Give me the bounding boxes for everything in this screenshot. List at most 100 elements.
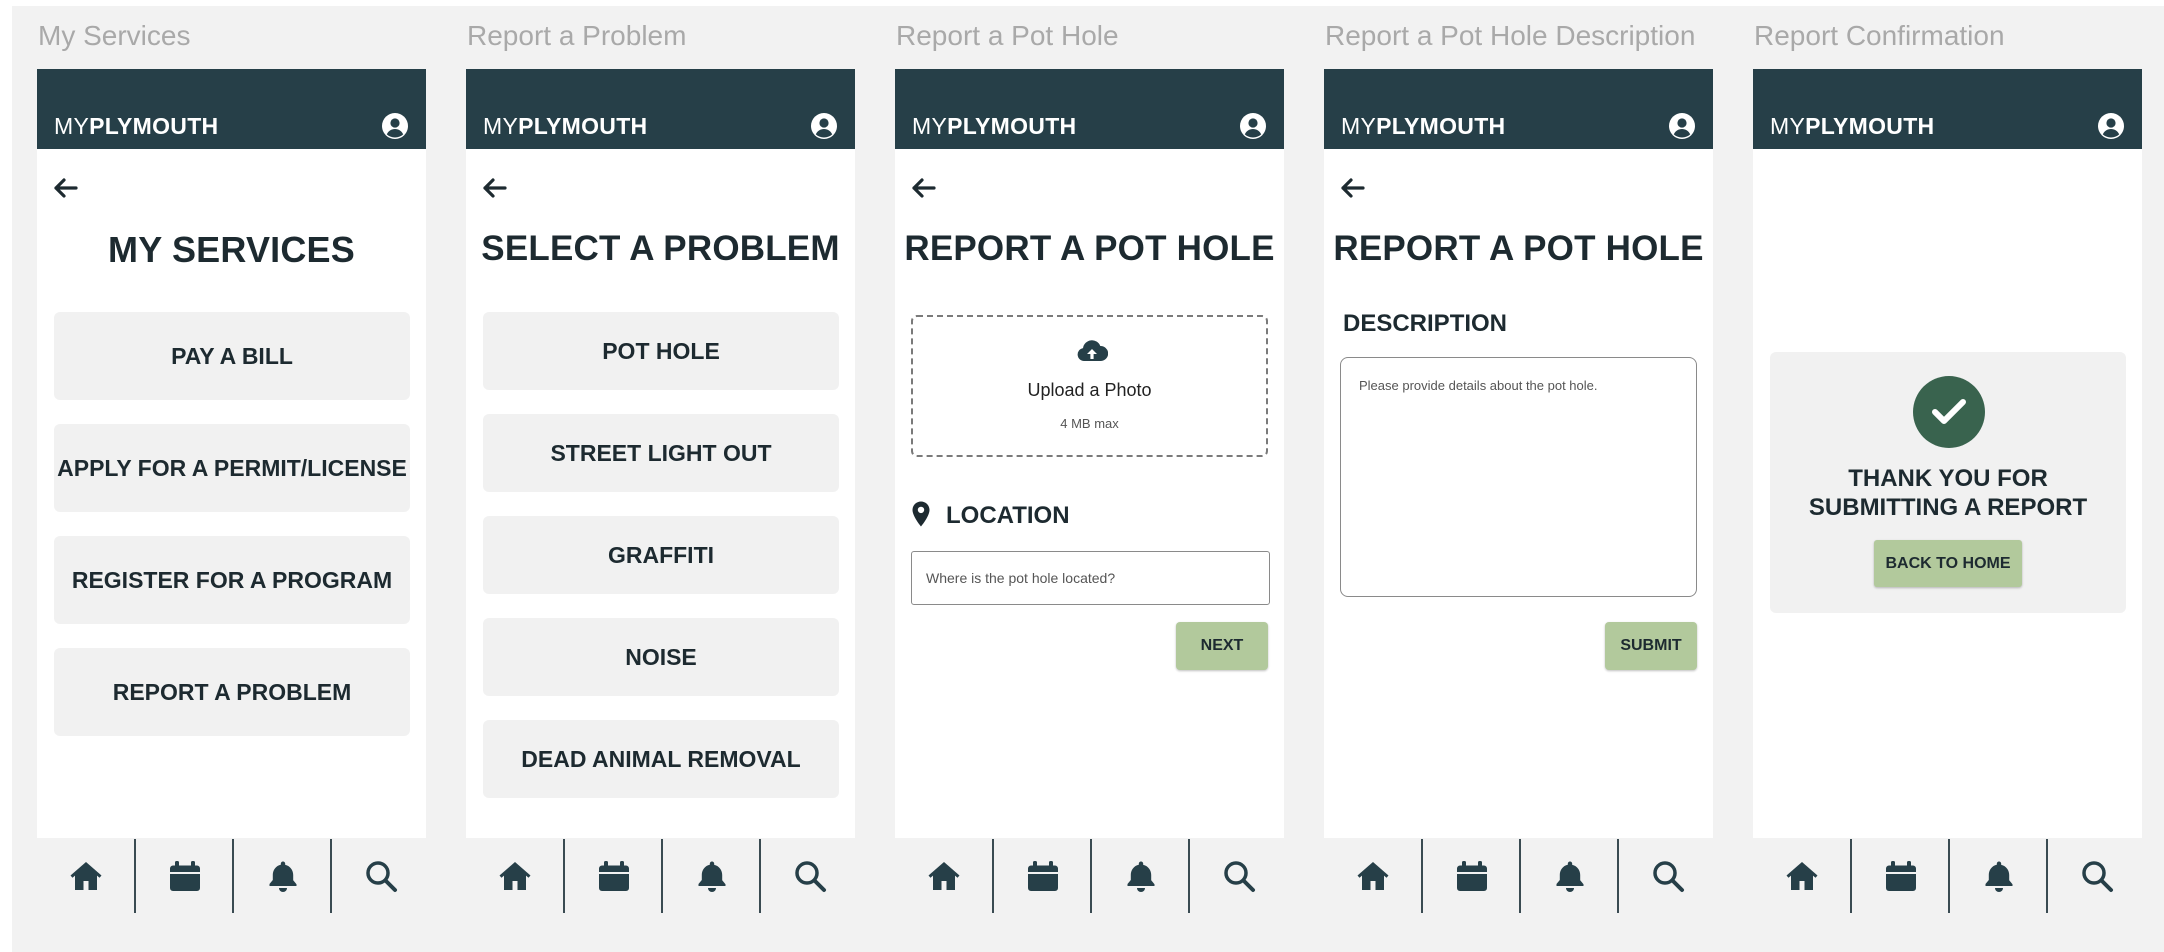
brand-logo[interactable]: MYPLYMOUTH	[1770, 113, 1934, 140]
app-header: MYPLYMOUTH	[466, 69, 855, 149]
cloud-upload-icon	[1077, 340, 1108, 361]
home-icon	[1786, 862, 1817, 890]
frame-report-confirmation: Report Confirmation MYPLYMOUTH THANK YOU…	[1753, 6, 2142, 952]
calendar-icon	[1885, 861, 1916, 891]
design-canvas: My Services MYPLYMOUTH MY SERVICES PAY A…	[12, 6, 2164, 952]
tab-search[interactable]	[761, 839, 858, 913]
photo-upload-dropzone[interactable]: Upload a Photo 4 MB max	[911, 315, 1268, 457]
calendar-icon	[598, 861, 629, 891]
tab-notifications[interactable]	[663, 839, 760, 913]
brand-logo[interactable]: MYPLYMOUTH	[912, 113, 1076, 140]
bottom-tab-bar	[1324, 839, 1713, 913]
arrow-left-icon[interactable]	[481, 177, 507, 199]
confirmation-line-1: THANK YOU FOR	[1848, 465, 2048, 492]
bell-icon	[1556, 861, 1583, 892]
report-problem-button[interactable]: REPORT A PROBLEM	[54, 648, 410, 736]
page-title: SELECT A PROBLEM	[481, 229, 840, 268]
bottom-tab-bar	[466, 839, 855, 913]
calendar-icon	[1456, 861, 1487, 891]
noise-button[interactable]: NOISE	[483, 618, 839, 696]
app-header: MYPLYMOUTH	[895, 69, 1284, 149]
submit-button[interactable]: SUBMIT	[1605, 622, 1697, 670]
tab-calendar[interactable]	[1852, 839, 1949, 913]
home-icon	[70, 862, 101, 890]
graffiti-button[interactable]: GRAFFITI	[483, 516, 839, 594]
tab-calendar[interactable]	[136, 839, 233, 913]
bottom-tab-bar	[895, 839, 1284, 913]
arrow-left-icon[interactable]	[910, 177, 936, 199]
home-icon	[499, 862, 530, 890]
frame-pot-hole-description: Report a Pot Hole Description MYPLYMOUTH…	[1324, 6, 1713, 952]
user-circle-icon[interactable]	[1239, 112, 1267, 140]
frame-label: Report a Pot Hole	[896, 20, 1119, 51]
tab-home[interactable]	[1324, 839, 1421, 913]
page-title: MY SERVICES	[108, 229, 355, 270]
tab-home[interactable]	[37, 839, 134, 913]
upload-size-limit: 4 MB max	[1060, 416, 1119, 431]
frame-my-services: My Services MYPLYMOUTH MY SERVICES PAY A…	[37, 6, 426, 952]
tab-home[interactable]	[1753, 839, 1850, 913]
phone-screen: MYPLYMOUTH REPORT A POT HOLE DESCRIPTION…	[1324, 69, 1713, 838]
apply-permit-button[interactable]: APPLY FOR A PERMIT/LICENSE	[54, 424, 410, 512]
tab-calendar[interactable]	[565, 839, 662, 913]
back-to-home-button[interactable]: BACK TO HOME	[1874, 540, 2022, 587]
brand-logo[interactable]: MYPLYMOUTH	[483, 113, 647, 140]
user-circle-icon[interactable]	[381, 112, 409, 140]
tab-search[interactable]	[2048, 839, 2145, 913]
phone-screen: MYPLYMOUTH THANK YOU FOR SUBMITTING A RE…	[1753, 69, 2142, 838]
pay-bill-button[interactable]: PAY A BILL	[54, 312, 410, 400]
tab-search[interactable]	[332, 839, 429, 913]
location-input[interactable]	[911, 551, 1270, 605]
arrow-left-icon[interactable]	[52, 177, 78, 199]
tab-calendar[interactable]	[1423, 839, 1520, 913]
phone-screen: MYPLYMOUTH SELECT A PROBLEM POT HOLE STR…	[466, 69, 855, 838]
search-icon	[1223, 861, 1255, 892]
description-textarea[interactable]	[1340, 357, 1697, 597]
bottom-tab-bar	[37, 839, 426, 913]
bell-icon	[698, 861, 725, 892]
bell-icon	[269, 861, 296, 892]
arrow-left-icon[interactable]	[1339, 177, 1365, 199]
home-icon	[1357, 862, 1388, 890]
tab-search[interactable]	[1190, 839, 1287, 913]
app-header: MYPLYMOUTH	[1324, 69, 1713, 149]
brand-logo[interactable]: MYPLYMOUTH	[54, 113, 218, 140]
register-program-button[interactable]: REGISTER FOR A PROGRAM	[54, 536, 410, 624]
user-circle-icon[interactable]	[810, 112, 838, 140]
success-badge	[1913, 376, 1985, 448]
confirmation-message: THANK YOU FOR SUBMITTING A REPORT	[1770, 464, 2126, 522]
map-pin-icon	[912, 501, 930, 527]
frame-label: Report a Pot Hole Description	[1325, 20, 1696, 51]
bell-icon	[1985, 861, 2012, 892]
calendar-icon	[1027, 861, 1058, 891]
pot-hole-button[interactable]: POT HOLE	[483, 312, 839, 390]
user-circle-icon[interactable]	[2097, 112, 2125, 140]
calendar-icon	[169, 861, 200, 891]
search-icon	[2081, 861, 2113, 892]
confirmation-card: THANK YOU FOR SUBMITTING A REPORT BACK T…	[1770, 352, 2126, 613]
tab-notifications[interactable]	[1092, 839, 1189, 913]
tab-notifications[interactable]	[234, 839, 331, 913]
tab-home[interactable]	[895, 839, 992, 913]
user-circle-icon[interactable]	[1668, 112, 1696, 140]
description-heading: DESCRIPTION	[1343, 310, 1508, 337]
tab-calendar[interactable]	[994, 839, 1091, 913]
frame-label: My Services	[38, 20, 191, 51]
frame-report-problem: Report a Problem MYPLYMOUTH SELECT A PRO…	[466, 6, 855, 952]
check-icon	[1932, 399, 1966, 424]
bell-icon	[1127, 861, 1154, 892]
frame-label: Report a Problem	[467, 20, 687, 51]
app-header: MYPLYMOUTH	[1753, 69, 2142, 149]
tab-notifications[interactable]	[1521, 839, 1618, 913]
brand-logo[interactable]: MYPLYMOUTH	[1341, 113, 1505, 140]
tab-search[interactable]	[1619, 839, 1716, 913]
frame-label: Report Confirmation	[1754, 20, 2005, 51]
bottom-tab-bar	[1753, 839, 2142, 913]
next-button[interactable]: NEXT	[1176, 622, 1268, 670]
tab-notifications[interactable]	[1950, 839, 2047, 913]
street-light-out-button[interactable]: STREET LIGHT OUT	[483, 414, 839, 492]
dead-animal-removal-button[interactable]: DEAD ANIMAL REMOVAL	[483, 720, 839, 798]
page-title: REPORT A POT HOLE	[1333, 229, 1704, 268]
app-header: MYPLYMOUTH	[37, 69, 426, 149]
tab-home[interactable]	[466, 839, 563, 913]
